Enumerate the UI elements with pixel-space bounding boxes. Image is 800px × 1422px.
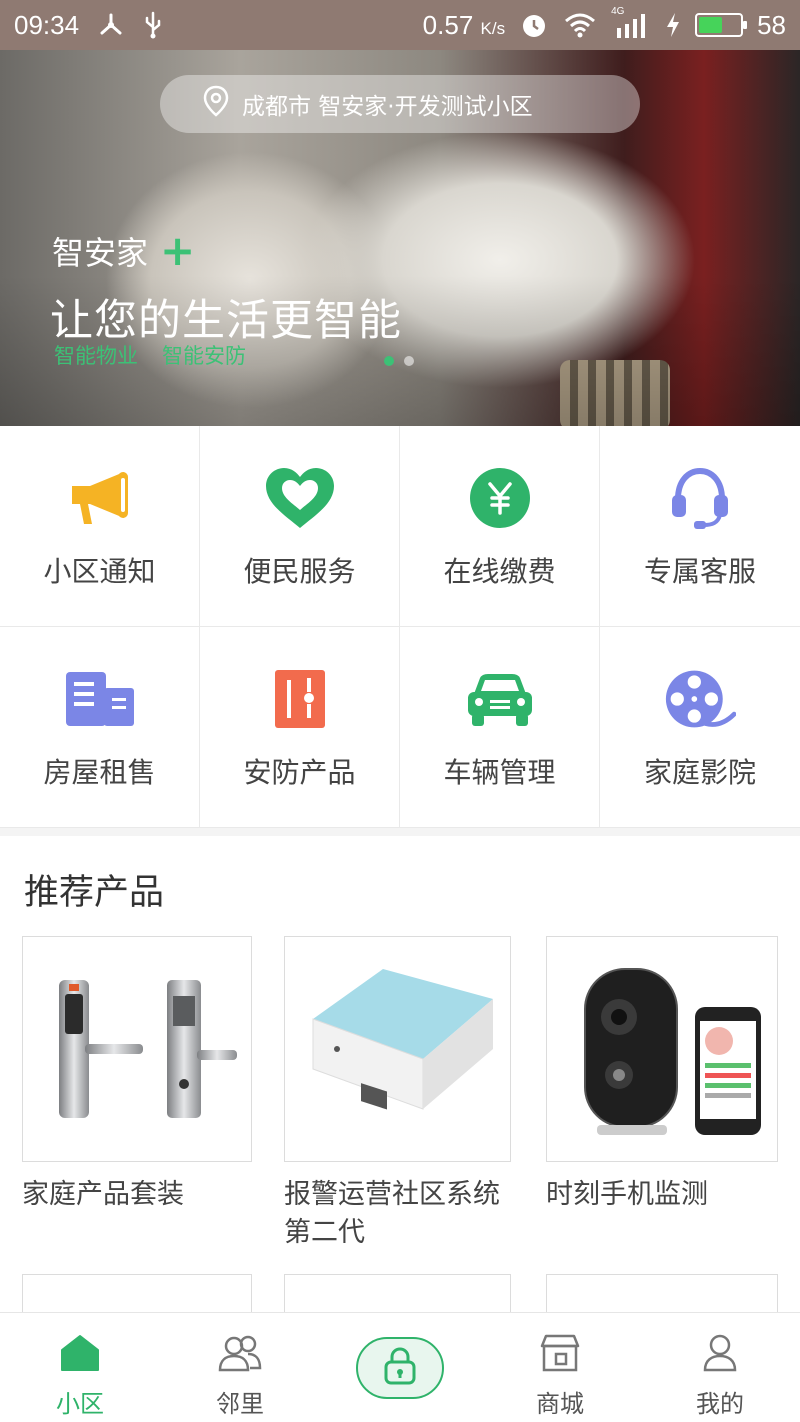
service-convenience[interactable]: 便民服务 xyxy=(200,426,400,627)
promo-banner[interactable]: 成都市 智安家·开发测试小区 智安家 + 让您的生活更智能 智能物业 智能安防 xyxy=(0,50,800,426)
tab-label: 我的 xyxy=(696,1390,744,1418)
product-card[interactable]: 时刻手机监测 xyxy=(546,936,778,1214)
film-reel-icon xyxy=(664,663,736,735)
carousel-indicator[interactable] xyxy=(384,356,414,366)
unlock-door-button[interactable] xyxy=(356,1337,444,1399)
app-screen: 09:34 0.57 K/s 4G 58 成都市 智安家·开发测试小区 智安家 … xyxy=(0,0,800,1422)
status-bar: 09:34 0.57 K/s 4G 58 xyxy=(0,0,800,50)
product-image-camera-phone xyxy=(546,936,778,1162)
location-selector[interactable]: 成都市 智安家·开发测试小区 xyxy=(160,75,640,133)
product-card-partial[interactable] xyxy=(22,1274,252,1316)
signal-icon: 4G xyxy=(611,6,651,38)
product-card[interactable]: 家庭产品套装 xyxy=(22,936,252,1214)
lock-icon xyxy=(383,1347,417,1389)
megaphone-icon xyxy=(64,462,136,534)
location-pin-icon xyxy=(202,85,230,123)
building-doc-icon xyxy=(64,663,136,735)
service-label: 专属客服 xyxy=(643,555,756,588)
service-label: 便民服务 xyxy=(243,555,356,588)
charging-icon xyxy=(665,12,681,38)
plus-icon: + xyxy=(160,226,196,275)
headset-icon xyxy=(664,462,736,534)
people-icon xyxy=(218,1334,262,1376)
service-home-theater[interactable]: 家庭影院 xyxy=(600,627,800,828)
tab-label: 商城 xyxy=(536,1390,584,1418)
service-label: 在线缴费 xyxy=(443,555,556,588)
safe-box-icon xyxy=(264,663,336,735)
product-name: 时刻手机监测 xyxy=(546,1179,708,1210)
home-icon xyxy=(60,1334,100,1376)
carousel-dot-active[interactable] xyxy=(384,356,394,366)
product-card-partial[interactable] xyxy=(546,1274,778,1316)
service-customer-support[interactable]: 专属客服 xyxy=(600,426,800,627)
service-label: 车辆管理 xyxy=(443,756,556,789)
service-label: 房屋租售 xyxy=(43,756,156,789)
banner-photo-detail xyxy=(560,360,670,426)
service-label: 小区通知 xyxy=(43,555,156,588)
section-title: 推荐产品 xyxy=(24,873,165,913)
usb-icon xyxy=(143,11,163,39)
service-house-rental[interactable]: 房屋租售 xyxy=(0,627,200,828)
service-online-payment[interactable]: 在线缴费 xyxy=(400,426,600,627)
tab-mall[interactable]: 商城 xyxy=(480,1313,640,1422)
share-icon xyxy=(97,11,125,39)
battery-level: 58 xyxy=(757,9,786,40)
tab-neighbors[interactable]: 邻里 xyxy=(160,1313,320,1422)
recommended-products: 推荐产品 家庭产品套装 报警运营社区系统第二代 时刻手机监测 xyxy=(0,836,800,1316)
service-vehicle-management[interactable]: 车辆管理 xyxy=(400,627,600,828)
wifi-icon xyxy=(563,11,597,39)
product-name: 报警运营社区系统第二代 xyxy=(284,1179,500,1248)
service-label: 安防产品 xyxy=(243,756,356,789)
product-image-door-lock xyxy=(22,936,252,1162)
service-community-notice[interactable]: 小区通知 xyxy=(0,426,200,627)
product-card-partial[interactable] xyxy=(284,1274,511,1316)
status-time: 09:34 xyxy=(14,9,80,40)
service-security-products[interactable]: 安防产品 xyxy=(200,627,400,828)
service-label: 家庭影院 xyxy=(643,756,756,789)
yen-coin-icon xyxy=(464,462,536,534)
banner-headline: 让您的生活更智能 xyxy=(50,296,402,346)
product-name: 家庭产品套装 xyxy=(22,1179,184,1210)
service-grid: 小区通知 便民服务 在线缴费 专属客服 房屋租售 安防产品 车辆管理 家庭影院 xyxy=(0,426,800,828)
tab-label: 小区 xyxy=(56,1390,104,1418)
battery-icon xyxy=(695,13,748,37)
banner-tag: 智能安防 xyxy=(162,344,246,368)
store-icon xyxy=(540,1334,580,1376)
banner-brand: 智安家 + xyxy=(52,226,196,275)
heart-icon xyxy=(264,462,336,534)
net-speed: 0.57 K/s xyxy=(422,9,506,40)
bottom-tab-bar: 小区 邻里 商城 我的 xyxy=(0,1312,800,1422)
alarm-clock-icon xyxy=(519,10,549,40)
product-card[interactable]: 报警运营社区系统第二代 xyxy=(284,936,511,1252)
person-icon xyxy=(702,1334,738,1376)
location-text: 成都市 智安家·开发测试小区 xyxy=(242,94,533,120)
tab-community[interactable]: 小区 xyxy=(0,1313,160,1422)
tab-label: 邻里 xyxy=(216,1390,264,1418)
carousel-dot[interactable] xyxy=(404,356,414,366)
product-image-alarm-hub xyxy=(284,936,511,1162)
banner-tags: 智能物业 智能安防 xyxy=(54,340,246,370)
car-icon xyxy=(464,663,536,735)
tab-profile[interactable]: 我的 xyxy=(640,1313,800,1422)
banner-tag: 智能物业 xyxy=(54,344,138,368)
